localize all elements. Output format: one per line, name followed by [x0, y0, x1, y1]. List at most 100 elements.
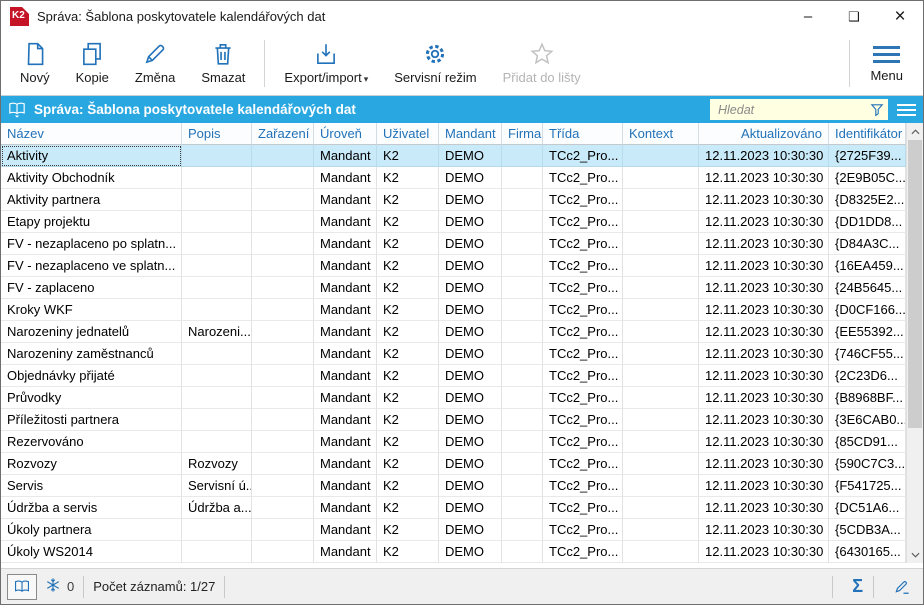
- minimize-button[interactable]: –: [785, 1, 831, 32]
- cell-firma: [502, 145, 543, 167]
- column-header-trida[interactable]: Třída: [543, 123, 623, 145]
- table-row[interactable]: Rozvozy Rozvozy Mandant K2 DEMO TCc2_Pro... 12…: [1, 453, 906, 475]
- close-button[interactable]: ×: [877, 1, 923, 32]
- edit-pencil-icon[interactable]: [883, 577, 917, 596]
- column-header-popis[interactable]: Popis: [182, 123, 252, 145]
- cell-aktualizovano: 12.11.2023 10:30:30: [699, 145, 829, 167]
- vertical-scrollbar[interactable]: [906, 123, 923, 563]
- cell-mandant: DEMO: [439, 409, 502, 431]
- cell-uroven: Mandant: [314, 277, 377, 299]
- table-row[interactable]: FV - zaplaceno Mandant K2 DEMO TCc2_Pro... 12…: [1, 277, 906, 299]
- table-row[interactable]: Aktivity Mandant K2 DEMO TCc2_Pro... 12.11.20…: [1, 145, 906, 167]
- service-mode-button[interactable]: Servisní režim: [381, 32, 489, 95]
- table-row[interactable]: FV - nezaplaceno po splatn... Mandant K2 DE…: [1, 233, 906, 255]
- book-view-toggle-button[interactable]: [7, 573, 37, 600]
- cell-kontext: [623, 365, 699, 387]
- cell-uzivatel: K2: [377, 299, 439, 321]
- cell-uroven: Mandant: [314, 189, 377, 211]
- scroll-down-icon[interactable]: [907, 546, 923, 563]
- column-header-firma[interactable]: Firma: [502, 123, 543, 145]
- column-header-zarazeni[interactable]: Zařazení: [252, 123, 314, 145]
- table-row[interactable]: Narozeniny zaměstnanců Mandant K2 DEMO TCc2_…: [1, 343, 906, 365]
- export-import-button[interactable]: Export/import ▾: [271, 32, 381, 95]
- cell-aktualizovano: 12.11.2023 10:30:30: [699, 233, 829, 255]
- table-row[interactable]: Průvodky Mandant K2 DEMO TCc2_Pro... 12.11.20…: [1, 387, 906, 409]
- cell-uzivatel: K2: [377, 255, 439, 277]
- cell-zarazeni: [252, 233, 314, 255]
- cell-trida: TCc2_Pro...: [543, 167, 623, 189]
- cell-uzivatel: K2: [377, 519, 439, 541]
- star-icon: [529, 41, 555, 67]
- new-button[interactable]: Nový: [7, 32, 63, 95]
- table-row[interactable]: Narozeniny jednatelů Narozeni... Mandant K2…: [1, 321, 906, 343]
- delete-button[interactable]: Smazat: [188, 32, 258, 95]
- cell-popis: [182, 519, 252, 541]
- grid-menu-icon[interactable]: [897, 103, 916, 116]
- cell-popis: [182, 233, 252, 255]
- cell-nazev: Aktivity Obchodník: [1, 167, 182, 189]
- cell-nazev: Údržba a servis: [1, 497, 182, 519]
- column-header-aktualizovano[interactable]: Aktualizováno: [699, 123, 829, 145]
- cell-popis: [182, 189, 252, 211]
- add-to-bar-button[interactable]: Přidat do lišty: [490, 32, 594, 95]
- table-row[interactable]: Kroky WKF Mandant K2 DEMO TCc2_Pro... 12.11.2…: [1, 299, 906, 321]
- cell-mandant: DEMO: [439, 475, 502, 497]
- table-row[interactable]: Úkoly partnera Mandant K2 DEMO TCc2_Pro... 12…: [1, 519, 906, 541]
- cell-kontext: [623, 431, 699, 453]
- cell-trida: TCc2_Pro...: [543, 321, 623, 343]
- copy-button[interactable]: Kopie: [63, 32, 122, 95]
- cell-mandant: DEMO: [439, 387, 502, 409]
- column-header-kontext[interactable]: Kontext: [623, 123, 699, 145]
- toolbar-separator: [849, 40, 851, 87]
- column-header-mandant[interactable]: Mandant: [439, 123, 502, 145]
- cell-popis: [182, 387, 252, 409]
- table-row[interactable]: Údržba a servis Údržba a... Mandant K2 DEMO T…: [1, 497, 906, 519]
- cell-mandant: DEMO: [439, 497, 502, 519]
- cell-nazev: Rozvozy: [1, 453, 182, 475]
- table-row[interactable]: Aktivity Obchodník Mandant K2 DEMO TCc2_Pro.…: [1, 167, 906, 189]
- cell-firma: [502, 277, 543, 299]
- table-row[interactable]: Úkoly WS2014 Mandant K2 DEMO TCc2_Pro... 12.1…: [1, 541, 906, 563]
- cell-nazev: Kroky WKF: [1, 299, 182, 321]
- cell-aktualizovano: 12.11.2023 10:30:30: [699, 167, 829, 189]
- column-header-uzivatel[interactable]: Uživatel: [377, 123, 439, 145]
- maximize-button[interactable]: ❑: [831, 1, 877, 32]
- toolbar-button-label: Přidat do lišty: [502, 70, 581, 85]
- cell-trida: TCc2_Pro...: [543, 277, 623, 299]
- toolbar-right: Menu: [843, 32, 917, 95]
- table-row[interactable]: Etapy projektu Mandant K2 DEMO TCc2_Pro... 12…: [1, 211, 906, 233]
- cell-kontext: [623, 409, 699, 431]
- table-row[interactable]: FV - nezaplaceno ve splatn... Mandant K2 DE…: [1, 255, 906, 277]
- cell-popis: [182, 541, 252, 563]
- cell-trida: TCc2_Pro...: [543, 497, 623, 519]
- edit-button[interactable]: Změna: [122, 32, 188, 95]
- search-input[interactable]: [716, 101, 869, 118]
- column-header-uroven[interactable]: Úroveň: [314, 123, 377, 145]
- sum-sigma-icon[interactable]: Σ: [842, 576, 873, 597]
- table-row[interactable]: Servis Servisní ú... Mandant K2 DEMO TCc2_Pro…: [1, 475, 906, 497]
- cell-mandant: DEMO: [439, 343, 502, 365]
- book-dropdown-icon[interactable]: [7, 100, 27, 120]
- cell-uzivatel: K2: [377, 541, 439, 563]
- scroll-up-icon[interactable]: [907, 123, 923, 140]
- cell-trida: TCc2_Pro...: [543, 365, 623, 387]
- cell-zarazeni: [252, 365, 314, 387]
- scrollbar-thumb[interactable]: [908, 140, 922, 428]
- app-window: K2 Správa: Šablona poskytovatele kalendá…: [0, 0, 924, 605]
- column-header-identifikator[interactable]: Identifikátor: [829, 123, 906, 145]
- cell-zarazeni: [252, 299, 314, 321]
- table-row[interactable]: Aktivity partnera Mandant K2 DEMO TCc2_Pro..…: [1, 189, 906, 211]
- cell-uroven: Mandant: [314, 167, 377, 189]
- cell-zarazeni: [252, 277, 314, 299]
- cell-aktualizovano: 12.11.2023 10:30:30: [699, 409, 829, 431]
- column-header-nazev[interactable]: Název: [1, 123, 182, 145]
- table-row[interactable]: Objednávky přijaté Mandant K2 DEMO TCc2_Pro.…: [1, 365, 906, 387]
- cell-popis: [182, 277, 252, 299]
- filter-funnel-icon[interactable]: [869, 102, 885, 118]
- cell-zarazeni: [252, 431, 314, 453]
- table-row[interactable]: Rezervováno Mandant K2 DEMO TCc2_Pro... 12.11…: [1, 431, 906, 453]
- menu-button[interactable]: Menu: [856, 32, 917, 95]
- table-row[interactable]: Příležitosti partnera Mandant K2 DEMO TCc2_P…: [1, 409, 906, 431]
- cell-popis: Narozeni...: [182, 321, 252, 343]
- record-count-label: Počet záznamů: 1/27: [93, 579, 216, 594]
